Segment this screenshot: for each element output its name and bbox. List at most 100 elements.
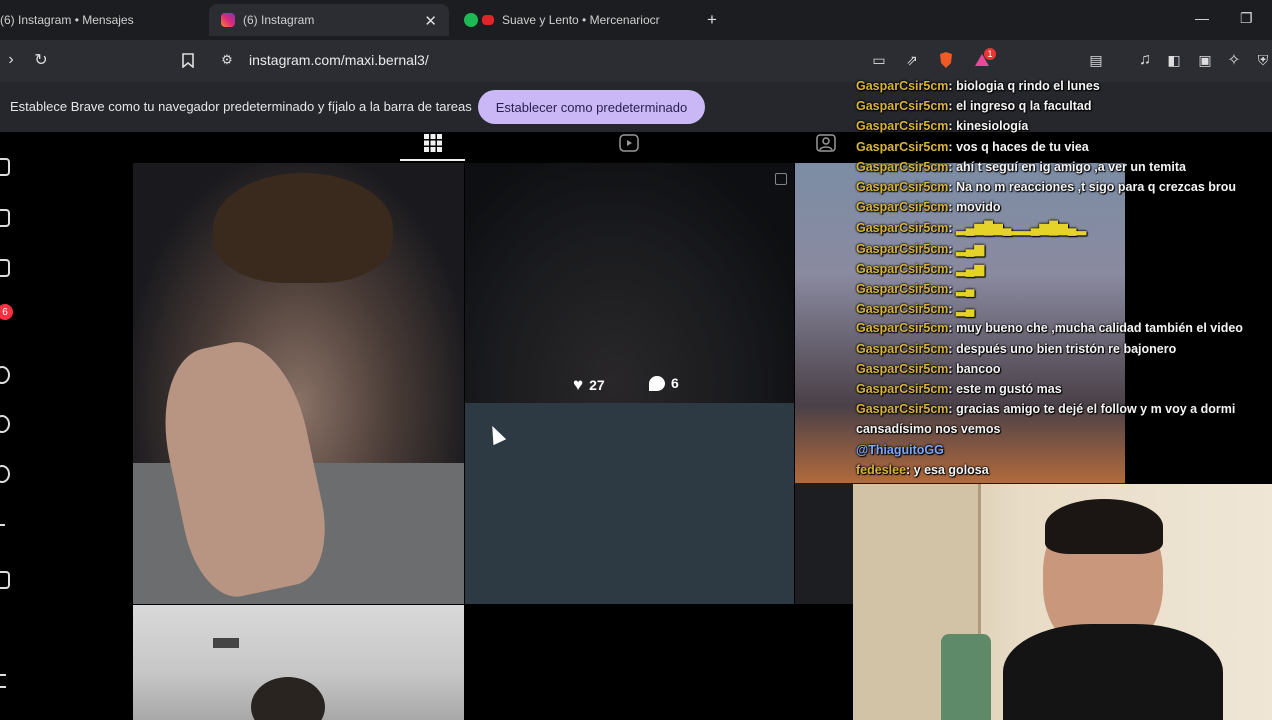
leo-ai-icon[interactable]: ✧ — [1223, 49, 1245, 71]
chat-message: GasparCsir5cm: bancoo — [856, 361, 1001, 376]
brave-shields-icon[interactable] — [935, 49, 957, 71]
chat-text: kinesiología — [956, 119, 1029, 134]
chat-username: GasparCsir5cm — [856, 99, 949, 114]
instagram-logo-icon[interactable] — [0, 158, 10, 176]
hover-overlay — [465, 163, 794, 604]
chat-username: GasparCsir5cm — [856, 180, 949, 194]
reader-mode-icon[interactable]: ▤ — [1085, 49, 1107, 71]
post-thumbnail-bathroom[interactable] — [133, 605, 464, 720]
webcam-bottle — [941, 634, 991, 720]
chat-message: GasparCsir5cm: gracias amigo te dejé el … — [856, 402, 1236, 417]
comments-count: 6 — [671, 375, 679, 391]
tagged-tab-icon[interactable] — [811, 132, 841, 154]
chat-message: GasparCsir5cm: movido — [856, 200, 1001, 215]
chat-text: este m gustó mas — [956, 382, 1062, 396]
chat-message: GasparCsir5cm: después uno bien tristón … — [856, 341, 1177, 356]
youtube-icon — [482, 15, 494, 25]
chat-username: fedeslee — [856, 462, 907, 477]
chat-username: GasparCsir5cm — [856, 382, 949, 396]
chat-message: GasparCsir5cm: este m gustó mas — [856, 382, 1062, 396]
chat-message: GasparCsir5cm: muy bueno che ,mucha cali… — [856, 321, 1243, 336]
chat-username: GasparCsir5cm — [856, 139, 949, 154]
chat-message: GasparCsir5cm: ▂▄▆ — [856, 241, 985, 256]
chat-username: GasparCsir5cm — [856, 402, 949, 417]
chat-message: GasparCsir5cm: ▂▄ — [856, 282, 975, 296]
comment-icon — [649, 375, 665, 391]
active-tab-indicator — [400, 159, 465, 161]
photo-head — [251, 677, 325, 720]
reload-icon[interactable]: ↻ — [30, 49, 52, 71]
post-thumbnail-hovered[interactable]: ♥ 27 6 — [465, 163, 794, 604]
chat-text: después uno bien tristón re bajonero — [956, 341, 1177, 356]
chat-message: GasparCsir5cm: el ingreso q la facultad — [856, 99, 1092, 114]
photo-ceiling-vent — [213, 638, 239, 648]
bookmark-icon[interactable] — [177, 49, 199, 71]
tab-instagram-messages[interactable]: (6) Instagram • Mensajes — [0, 4, 205, 36]
new-tab-button[interactable]: + — [707, 10, 717, 30]
music-icon[interactable]: ♫ — [1134, 49, 1156, 71]
chat-text: el ingreso q la facultad — [956, 99, 1092, 114]
maximize-icon[interactable]: ❐ — [1240, 10, 1253, 27]
sidebar-toggle-icon[interactable]: ◧ — [1163, 49, 1185, 71]
minimize-icon[interactable]: — — [1195, 10, 1209, 26]
site-settings-icon[interactable]: ⚙ — [216, 49, 238, 71]
post-thumbnail[interactable] — [133, 163, 464, 604]
chat-text: y esa golosa — [913, 462, 989, 477]
chat-text: vos q haces de tu viea — [956, 139, 1089, 154]
likes-stat: ♥ 27 — [573, 375, 605, 395]
chat-text: gracias amigo te dejé el follow y m voy … — [956, 402, 1236, 417]
chat-username: GasparCsir5cm — [856, 361, 949, 376]
wallet-icon[interactable]: ▣ — [1194, 49, 1216, 71]
default-browser-message: Establece Brave como tu navegador predet… — [10, 99, 472, 114]
chat-text: ▂▄▆ — [956, 261, 985, 276]
chat-message: @ThiaguitoGG — [856, 443, 944, 457]
tab-instagram[interactable]: (6) Instagram ✕ — [209, 4, 449, 36]
chat-text: cansadísimo nos vemos — [856, 422, 1001, 437]
posts-grid-tab-icon[interactable] — [418, 132, 448, 154]
reels-icon[interactable] — [0, 259, 10, 277]
create-icon[interactable] — [0, 524, 5, 526]
more-menu-icon[interactable] — [0, 674, 6, 688]
webcam-shirt — [1003, 624, 1223, 720]
chat-text: ▂▄ — [956, 282, 975, 296]
spotify-icon — [464, 13, 478, 27]
heart-icon: ♥ — [573, 375, 584, 394]
webcam-overlay — [853, 484, 1272, 720]
webcam-hair — [1045, 499, 1163, 554]
chat-username: GasparCsir5cm — [856, 221, 949, 236]
chat-message: GasparCsir5cm: Na no m reacciones ,t sig… — [856, 180, 1237, 194]
chat-text: ▂▄▆ — [956, 241, 985, 256]
chat-username: GasparCsir5cm — [856, 341, 949, 356]
forward-icon[interactable]: › — [0, 49, 22, 71]
chat-username: GasparCsir5cm — [856, 79, 949, 93]
comments-stat: 6 — [649, 375, 679, 391]
chat-message: GasparCsir5cm: ▂▄▆█▆▄▂▂▄▆█▆▄▂ — [856, 221, 1087, 236]
share-icon[interactable]: ⇗ — [901, 49, 923, 71]
chat-username: GasparCsir5cm — [856, 302, 949, 317]
chat-message: GasparCsir5cm: ahí t seguí en ig amigo ,… — [856, 159, 1186, 174]
photo-hair — [213, 173, 393, 283]
chat-username: GasparCsir5cm — [856, 159, 949, 174]
chat-message: GasparCsir5cm: kinesiología — [856, 119, 1029, 134]
chat-message: GasparCsir5cm: biologia q rindo el lunes — [856, 79, 1100, 93]
chat-username: GasparCsir5cm — [856, 321, 949, 336]
chat-username: GasparCsir5cm — [856, 200, 949, 215]
home-icon[interactable] — [0, 209, 10, 227]
cast-icon[interactable]: ▭ — [868, 49, 890, 71]
reels-tab-icon[interactable] — [614, 132, 644, 154]
instagram-icon — [221, 13, 235, 27]
chat-text: ahí t seguí en ig amigo ,a ver un temita — [956, 159, 1186, 174]
chat-username: @ThiaguitoGG — [856, 442, 944, 457]
chat-username: GasparCsir5cm — [856, 241, 949, 256]
tab-spotify[interactable]: Suave y Lento • Mercenariocr — [464, 4, 694, 36]
chat-username: GasparCsir5cm — [856, 261, 949, 276]
chat-text: muy bueno che ,mucha calidad también el … — [956, 321, 1243, 336]
close-tab-icon[interactable]: ✕ — [424, 12, 437, 30]
chat-username: GasparCsir5cm — [856, 282, 949, 296]
chat-text: bancoo — [956, 361, 1001, 376]
profile-icon[interactable] — [0, 571, 10, 589]
url-field[interactable]: instagram.com/maxi.bernal3/ — [249, 52, 429, 68]
tab-title: (6) Instagram • Mensajes — [0, 13, 134, 27]
set-default-button[interactable]: Establecer como predeterminado — [478, 90, 705, 124]
vpn-icon[interactable]: ⛨ — [1252, 49, 1272, 71]
